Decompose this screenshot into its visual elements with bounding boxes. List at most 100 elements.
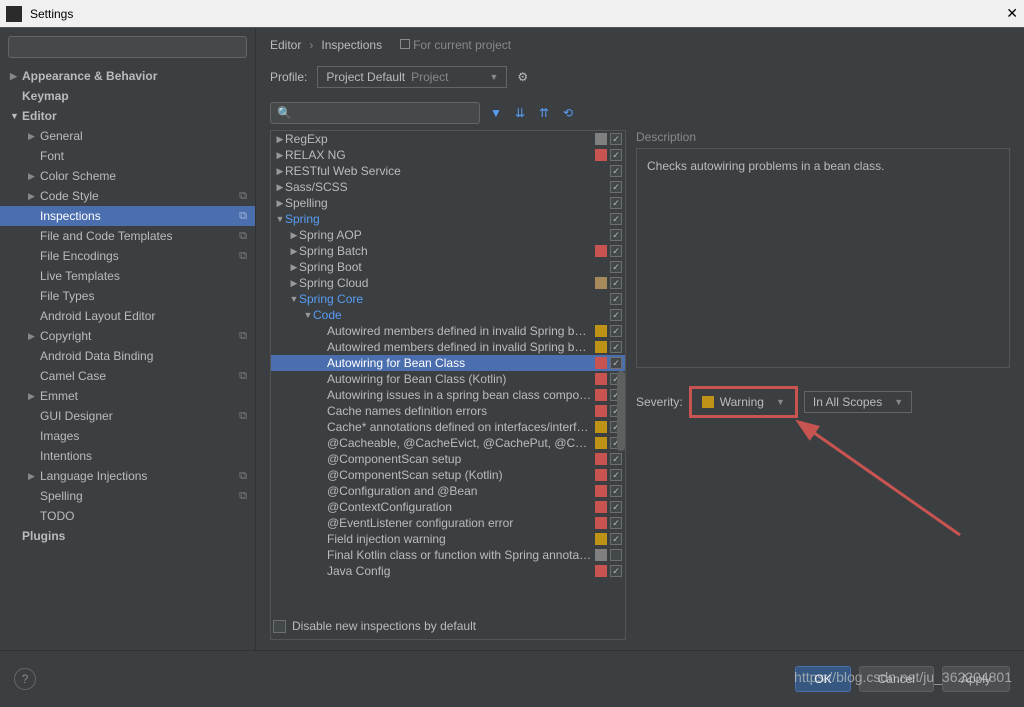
sidebar-item[interactable]: Inspections⧉ — [0, 206, 255, 226]
filter-icon[interactable]: ▼ — [488, 105, 504, 121]
profile-select[interactable]: Project Default Project ▼ — [317, 66, 507, 88]
sidebar-item[interactable]: ▶General — [0, 126, 255, 146]
sidebar-tree[interactable]: ▶Appearance & BehaviorKeymap▼Editor▶Gene… — [0, 66, 255, 650]
inspection-label: Autowiring for Bean Class (Kotlin) — [327, 372, 593, 386]
sidebar-item[interactable]: Images — [0, 426, 255, 446]
inspection-row[interactable]: Autowired members defined in invalid Spr… — [271, 339, 625, 355]
inspection-row[interactable]: ▼Spring — [271, 211, 625, 227]
sidebar-item[interactable]: Android Data Binding — [0, 346, 255, 366]
sidebar-item[interactable]: Live Templates — [0, 266, 255, 286]
inspection-label: Code — [313, 308, 593, 322]
inspection-row[interactable]: ▶RegExp — [271, 131, 625, 147]
sidebar-item[interactable]: Font — [0, 146, 255, 166]
breadcrumb-hint: For current project — [400, 38, 511, 52]
inspection-label: Spelling — [285, 196, 593, 210]
inspection-row[interactable]: ▶Spelling — [271, 195, 625, 211]
sidebar-item[interactable]: ▶Copyright⧉ — [0, 326, 255, 346]
inspection-row[interactable]: @ContextConfiguration — [271, 499, 625, 515]
sidebar-item[interactable]: ▶Language Injections⧉ — [0, 466, 255, 486]
sidebar-item[interactable]: Plugins — [0, 526, 255, 546]
sidebar-item[interactable]: Intentions — [0, 446, 255, 466]
inspection-row[interactable]: ▼Code — [271, 307, 625, 323]
inspection-row[interactable]: Autowiring issues in a spring bean class… — [271, 387, 625, 403]
sidebar-item[interactable]: File Encodings⧉ — [0, 246, 255, 266]
scope-badge-icon: ⧉ — [239, 250, 247, 263]
sidebar-item[interactable]: File and Code Templates⧉ — [0, 226, 255, 246]
cancel-button[interactable]: Cancel — [859, 666, 934, 692]
disable-new-inspections[interactable]: Disable new inspections by default — [271, 613, 625, 639]
inspection-row[interactable]: @EventListener configuration error — [271, 515, 625, 531]
inspection-row[interactable]: ▶RELAX NG — [271, 147, 625, 163]
sidebar-search-input[interactable] — [8, 36, 247, 58]
ok-button[interactable]: OK — [795, 666, 850, 692]
sidebar-item[interactable]: ▶Appearance & Behavior — [0, 66, 255, 86]
sidebar-item[interactable]: Camel Case⧉ — [0, 366, 255, 386]
inspection-label: @Configuration and @Bean — [327, 484, 593, 498]
inspection-row[interactable]: ▶Sass/SCSS — [271, 179, 625, 195]
sidebar-item[interactable]: GUI Designer⧉ — [0, 406, 255, 426]
inspection-row[interactable]: Autowiring for Bean Class — [271, 355, 625, 371]
inspection-row[interactable]: Autowiring for Bean Class (Kotlin) — [271, 371, 625, 387]
inspections-tree[interactable]: ▶RegExp▶RELAX NG▶RESTful Web Service▶Sas… — [271, 131, 625, 613]
inspection-row[interactable]: Field injection warning — [271, 531, 625, 547]
inspection-row[interactable]: Java Config — [271, 563, 625, 579]
expand-all-icon[interactable]: ⇊ — [512, 105, 528, 121]
sidebar-item[interactable]: Android Layout Editor — [0, 306, 255, 326]
inspection-row[interactable]: Cache* annotations defined on interfaces… — [271, 419, 625, 435]
description-box: Checks autowiring problems in a bean cla… — [636, 148, 1010, 368]
gear-icon[interactable]: ⚙ — [517, 70, 528, 84]
inspection-label: Spring Boot — [299, 260, 593, 274]
scrollbar-thumb[interactable] — [617, 371, 625, 451]
scope-badge-icon: ⧉ — [239, 490, 247, 503]
scopes-select[interactable]: In All Scopes ▼ — [804, 391, 912, 413]
sidebar-item-label: Color Scheme — [40, 169, 116, 183]
reset-icon[interactable]: ⟲ — [560, 105, 576, 121]
inspection-row[interactable]: ▶Spring Boot — [271, 259, 625, 275]
severity-indicator-icon — [595, 485, 607, 497]
inspection-row[interactable]: Autowired members defined in invalid Spr… — [271, 323, 625, 339]
inspection-row[interactable]: @Configuration and @Bean — [271, 483, 625, 499]
severity-select[interactable]: Warning ▼ — [691, 388, 796, 416]
scrollbar[interactable] — [616, 131, 626, 639]
inspection-label: Autowired members defined in invalid Spr… — [327, 340, 593, 354]
collapse-all-icon[interactable]: ⇈ — [536, 105, 552, 121]
inspection-row[interactable]: ▶Spring AOP — [271, 227, 625, 243]
sidebar-item-label: Android Data Binding — [40, 349, 153, 363]
scope-badge-icon: ⧉ — [239, 410, 247, 423]
sidebar-item[interactable]: ▼Editor — [0, 106, 255, 126]
severity-indicator-icon — [595, 181, 607, 193]
settings-sidebar: ▶Appearance & BehaviorKeymap▼Editor▶Gene… — [0, 28, 256, 650]
sidebar-item-label: File and Code Templates — [40, 229, 173, 243]
sidebar-item-label: Android Layout Editor — [40, 309, 155, 323]
inspection-row[interactable]: ▼Spring Core — [271, 291, 625, 307]
sidebar-item-label: Appearance & Behavior — [22, 69, 157, 83]
inspection-row[interactable]: @Cacheable, @CacheEvict, @CachePut, @Cac… — [271, 435, 625, 451]
inspection-row[interactable]: ▶Spring Batch — [271, 243, 625, 259]
tree-arrow-icon: ▶ — [275, 134, 285, 145]
inspection-label: @EventListener configuration error — [327, 516, 593, 530]
sidebar-item-label: General — [40, 129, 83, 143]
inspection-row[interactable]: ▶Spring Cloud — [271, 275, 625, 291]
inspection-row[interactable]: @ComponentScan setup (Kotlin) — [271, 467, 625, 483]
sidebar-item[interactable]: File Types — [0, 286, 255, 306]
breadcrumb-editor[interactable]: Editor — [270, 38, 301, 52]
main-panel: Editor › Inspections For current project… — [256, 28, 1024, 650]
tree-arrow-icon: ▼ — [303, 310, 313, 320]
close-icon[interactable]: ✕ — [1006, 5, 1018, 22]
sidebar-item[interactable]: ▶Emmet — [0, 386, 255, 406]
inspection-row[interactable]: Final Kotlin class or function with Spri… — [271, 547, 625, 563]
sidebar-item[interactable]: ▶Color Scheme — [0, 166, 255, 186]
sidebar-item[interactable]: Spelling⧉ — [0, 486, 255, 506]
inspection-row[interactable]: ▶RESTful Web Service — [271, 163, 625, 179]
tree-arrow-icon: ▶ — [275, 150, 285, 161]
sidebar-item[interactable]: Keymap — [0, 86, 255, 106]
sidebar-item[interactable]: TODO — [0, 506, 255, 526]
checkbox-icon[interactable] — [273, 620, 286, 633]
inspections-search-input[interactable] — [270, 102, 480, 124]
inspection-row[interactable]: Cache names definition errors — [271, 403, 625, 419]
apply-button[interactable]: Apply — [942, 666, 1010, 692]
sidebar-item[interactable]: ▶Code Style⧉ — [0, 186, 255, 206]
inspection-row[interactable]: @ComponentScan setup — [271, 451, 625, 467]
help-icon[interactable]: ? — [14, 668, 36, 690]
inspection-label: @Cacheable, @CacheEvict, @CachePut, @Cac… — [327, 436, 593, 450]
